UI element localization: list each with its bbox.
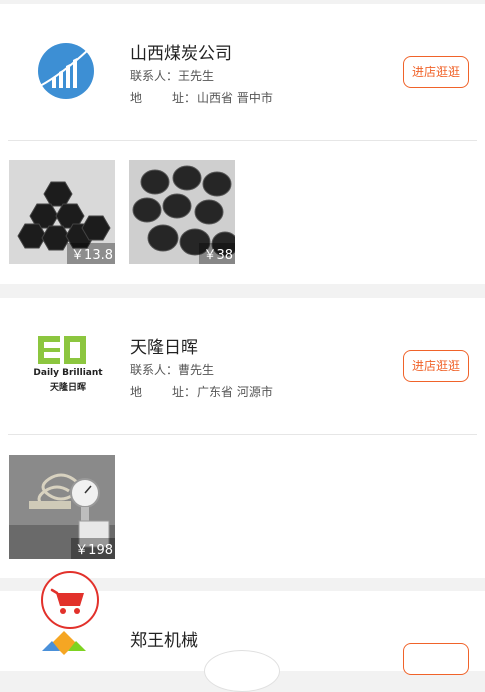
logo-text-cn: 天隆日晖 bbox=[49, 383, 86, 393]
scroll-top-button[interactable] bbox=[204, 650, 280, 692]
store-logo[interactable] bbox=[22, 30, 110, 112]
store-name[interactable]: 山西煤炭公司 bbox=[130, 39, 232, 64]
product-price: ￥38 bbox=[199, 243, 235, 264]
address-label-1: 地 bbox=[130, 91, 143, 105]
store-logo[interactable] bbox=[34, 627, 94, 667]
store-contact: 联系人：曹先生 bbox=[130, 360, 214, 380]
contact-value: 王先生 bbox=[178, 69, 215, 83]
store-contact: 联系人：王先生 bbox=[130, 66, 214, 86]
product-price: ￥13.8 bbox=[67, 243, 115, 264]
enter-store-button[interactable]: 进店逛逛 bbox=[403, 56, 469, 88]
store-name[interactable]: 郑王机械 bbox=[130, 626, 198, 651]
contact-label: 联系人： bbox=[130, 69, 179, 83]
enter-store-button[interactable]: 进店逛逛 bbox=[403, 350, 469, 382]
product-thumbnail[interactable]: ￥38 bbox=[129, 160, 235, 264]
contact-label: 联系人： bbox=[130, 363, 179, 377]
divider bbox=[8, 140, 477, 141]
store-logo[interactable]: Daily Brilliant 天隆日晖 bbox=[24, 324, 112, 406]
product-price: ￥198 bbox=[71, 538, 115, 559]
product-thumbnail[interactable]: ￥13.8 bbox=[9, 160, 115, 264]
cart-button[interactable] bbox=[41, 571, 99, 629]
logo-text-en: Daily Brilliant bbox=[33, 368, 103, 378]
product-thumbnail[interactable]: ￥198 bbox=[9, 455, 115, 559]
address-label-1: 地 bbox=[130, 385, 143, 399]
store-name[interactable]: 天隆日晖 bbox=[130, 333, 198, 358]
store-address: 地 址：山西省 晋中市 bbox=[130, 88, 273, 108]
address-label-2: 址： bbox=[172, 385, 197, 399]
shopping-cart-icon bbox=[50, 588, 84, 614]
store-card: 山西煤炭公司 联系人：王先生 地 址：山西省 晋中市 进店逛逛 ￥13.8 ￥38 bbox=[0, 4, 485, 284]
address-value: 山西省 晋中市 bbox=[197, 91, 273, 105]
address-label-2: 址： bbox=[172, 91, 197, 105]
store-address: 地 址：广东省 河源市 bbox=[130, 382, 273, 402]
divider bbox=[8, 434, 477, 435]
contact-value: 曹先生 bbox=[178, 363, 215, 377]
store-card: Daily Brilliant 天隆日晖 天隆日晖 联系人：曹先生 地 址：广东省… bbox=[0, 298, 485, 578]
address-value: 广东省 河源市 bbox=[197, 385, 273, 399]
enter-store-button[interactable] bbox=[403, 643, 469, 675]
